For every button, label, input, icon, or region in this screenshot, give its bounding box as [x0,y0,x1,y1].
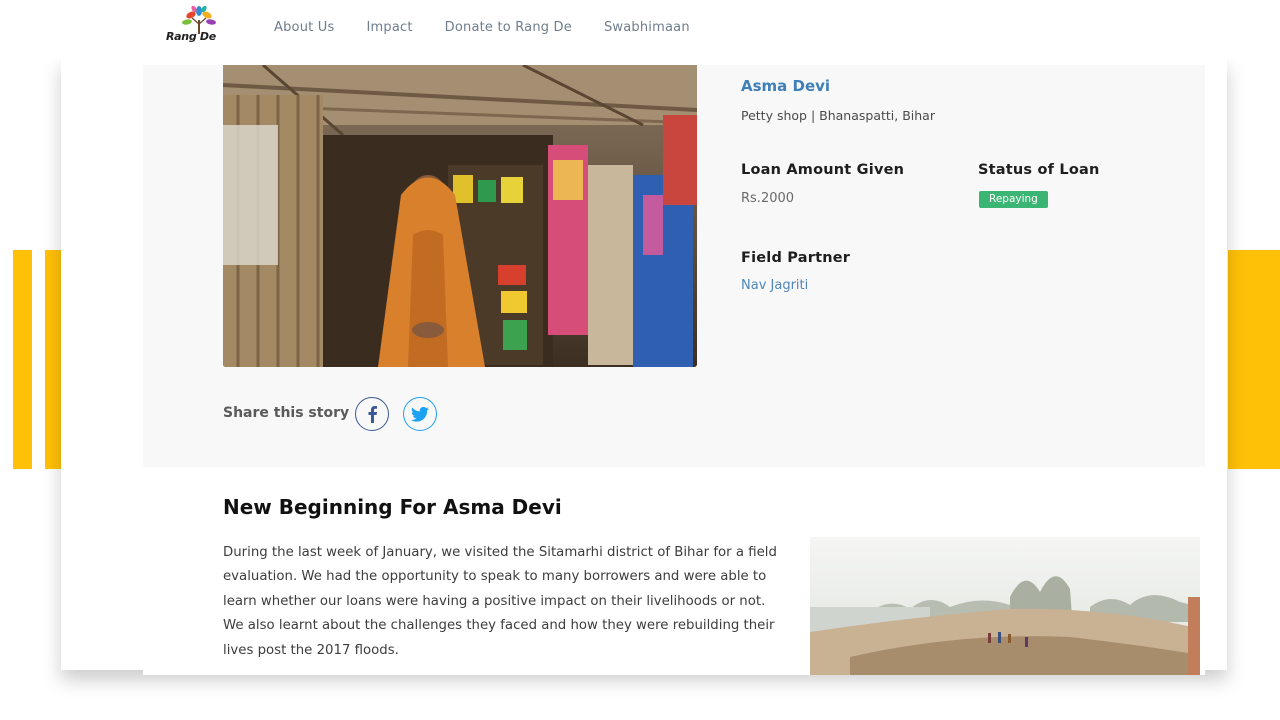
facebook-share-button[interactable] [355,397,389,431]
shop-photo [223,65,697,367]
rang-de-logo[interactable]: Rang De [164,6,228,48]
logo-wordmark: Rang De [166,30,216,43]
twitter-icon [411,406,429,422]
site-header: Rang De About Us Impact Donate to Rang D… [0,0,1280,58]
field-partner-link[interactable]: Nav Jagriti [741,278,808,293]
landscape-photo [810,537,1200,675]
decor-yellow-bar-left-outer [13,250,32,469]
story-title: New Beginning For Asma Devi [223,495,562,519]
main-nav: About Us Impact Donate to Rang De Swabhi… [274,20,690,35]
borrower-business-location: Petty shop | Bhanaspatti, Bihar [741,108,935,123]
flood-landscape-image [810,537,1200,675]
story-panel: Asma Devi Petty shop | Bhanaspatti, Biha… [143,65,1205,675]
borrower-profile: Asma Devi Petty shop | Bhanaspatti, Biha… [143,65,1205,467]
nav-about-us[interactable]: About Us [274,20,334,35]
borrower-name[interactable]: Asma Devi [741,77,830,95]
loan-amount-label: Loan Amount Given [741,162,905,178]
facebook-icon [368,406,377,423]
loan-amount-value: Rs.2000 [741,191,795,206]
nav-donate[interactable]: Donate to Rang De [445,20,572,35]
loan-status-label: Status of Loan [978,162,1100,178]
loan-status-badge: Repaying [979,191,1048,208]
field-partner-label: Field Partner [741,250,851,266]
decor-yellow-bar-left-inner [45,250,61,469]
decor-yellow-bar-right [1228,250,1280,469]
share-story-label: Share this story [223,405,350,421]
twitter-share-button[interactable] [403,397,437,431]
nav-swabhimaan[interactable]: Swabhimaan [604,20,690,35]
story-body: During the last week of January, we visi… [223,545,777,658]
nav-impact[interactable]: Impact [366,20,412,35]
borrower-shop-image [223,65,697,367]
